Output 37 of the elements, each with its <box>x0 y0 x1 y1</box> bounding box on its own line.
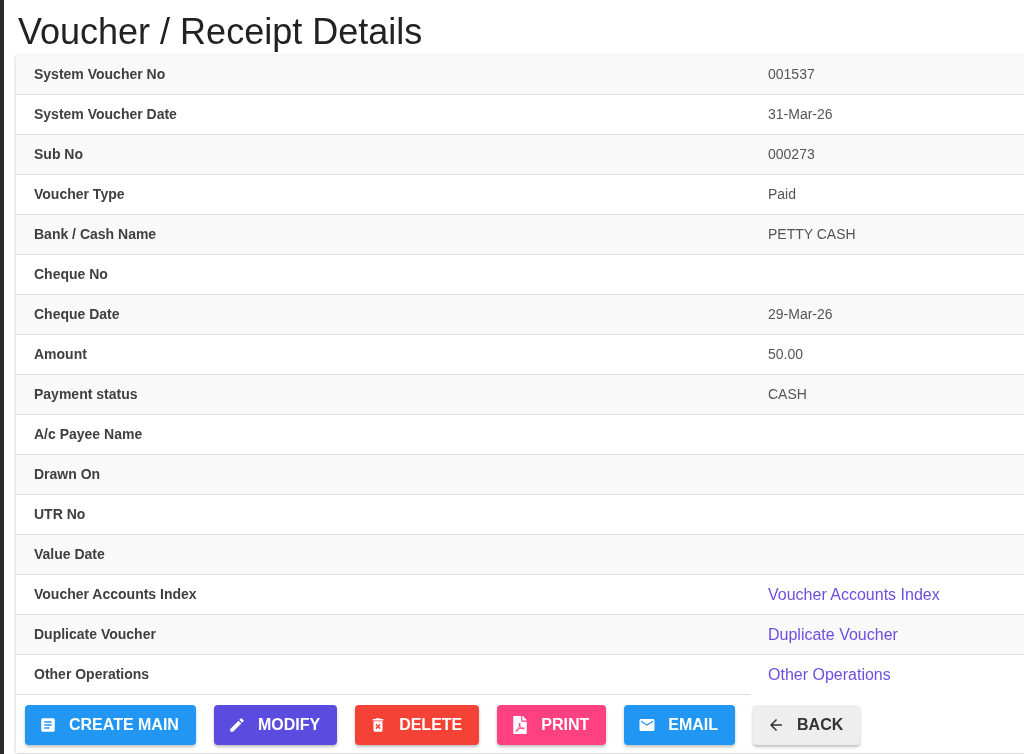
back-button[interactable]: BACK <box>753 705 861 745</box>
page-title: Voucher / Receipt Details <box>18 12 423 52</box>
modify-button[interactable]: MODIFY <box>213 705 338 745</box>
field-value: PETTY CASH <box>768 225 856 244</box>
field-label: Payment status <box>34 385 138 404</box>
field-value: 29-Mar-26 <box>768 305 833 324</box>
field-label: Voucher Accounts Index <box>34 585 197 604</box>
print-button[interactable]: PRINT <box>497 705 607 745</box>
link[interactable]: Duplicate Voucher <box>768 622 898 647</box>
link[interactable]: Other Operations <box>768 663 891 687</box>
field-label: UTR No <box>34 505 86 524</box>
document-icon <box>39 716 57 734</box>
envelope-icon <box>638 716 657 734</box>
field-label: Amount <box>34 345 87 364</box>
create-button[interactable]: CREATE MAIN <box>25 705 196 745</box>
email-button[interactable]: EMAIL <box>624 705 736 745</box>
field-value: 31-Mar-26 <box>768 105 833 124</box>
field-label: Value Date <box>34 545 105 564</box>
pdf-file-icon <box>511 716 530 734</box>
field-label: Duplicate Voucher <box>34 625 156 644</box>
field-label: Sub No <box>34 145 83 164</box>
field-label: Other Operations <box>34 665 150 684</box>
field-value: 000273 <box>768 145 815 164</box>
field-label: Cheque Date <box>34 305 120 324</box>
pencil-icon <box>227 716 246 734</box>
field-label: Drawn On <box>34 465 101 484</box>
field-value: 50.00 <box>768 345 804 364</box>
field-label: Bank / Cash Name <box>34 225 157 244</box>
field-label: A/c Payee Name <box>34 425 143 444</box>
field-value: CASH <box>768 385 807 404</box>
field-label: Voucher Type <box>34 185 125 204</box>
field-value: Paid <box>768 185 797 204</box>
field-value: 001537 <box>768 65 815 84</box>
delete-button[interactable]: DELETE <box>355 705 480 745</box>
field-label: System Voucher No <box>34 65 166 84</box>
link[interactable]: Voucher Accounts Index <box>768 582 940 607</box>
field-label: System Voucher Date <box>34 105 177 124</box>
